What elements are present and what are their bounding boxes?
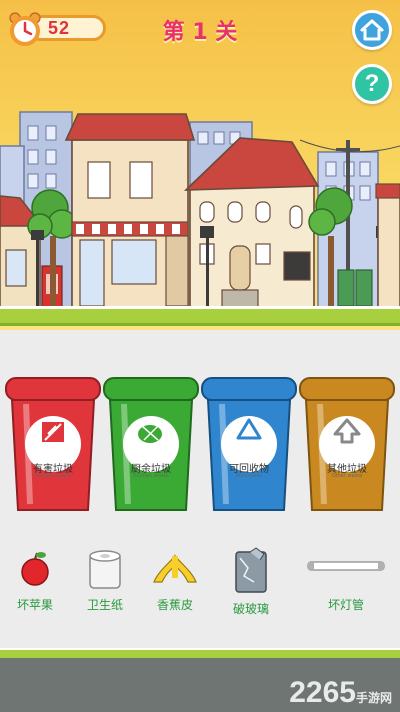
item-label: 卫生纸 (86, 598, 123, 612)
harmful-waste-icon (42, 422, 64, 442)
toilet-paper-icon (89, 550, 121, 589)
trash-bin-green (103, 377, 199, 511)
bin-kitchen-waste[interactable]: 厨余垃圾 Kitchen waste (102, 374, 200, 514)
item-banana-peel[interactable]: 香蕉皮 (140, 548, 210, 612)
item-broken-tube-light[interactable]: 坏灯管 (306, 556, 386, 612)
bin-harmful-waste[interactable]: 有害垃圾 Harmful waste (4, 374, 102, 514)
bin-recyclable[interactable]: 可回收物 Recyclable (200, 374, 298, 514)
trash-bin-blue (201, 377, 297, 511)
help-button[interactable]: ? (352, 64, 392, 104)
broken-glass-icon (235, 547, 267, 593)
trash-bin-orange (299, 377, 395, 511)
level-title: 第 1 关 (162, 20, 238, 45)
item-toilet-paper[interactable]: 卫生纸 (70, 548, 140, 612)
bin-sublabel: Kitchen waste (133, 473, 169, 479)
item-label: 破玻璃 (232, 602, 269, 616)
kitchen-waste-icon (138, 425, 162, 443)
banana-peel-icon (153, 554, 197, 583)
home-icon (360, 19, 384, 41)
city-background (0, 111, 400, 309)
item-rotten-apple[interactable]: 坏苹果 (0, 548, 70, 612)
item-label: 坏苹果 (16, 598, 53, 612)
bin-sublabel: Harmful waste (34, 473, 72, 479)
bottom-bar: 2265手游网 (0, 658, 400, 712)
bin-sublabel: Recyclable (235, 473, 263, 479)
street-scene: 52 第 1 关 ? (0, 0, 400, 330)
question-mark-icon: ? (364, 70, 380, 97)
item-label: 香蕉皮 (156, 598, 193, 612)
trash-bin-red (5, 377, 101, 511)
item-broken-glass[interactable]: 破玻璃 (216, 544, 286, 616)
home-button[interactable] (352, 10, 392, 50)
broken-tube-light-icon (307, 561, 385, 571)
item-label: 坏灯管 (327, 598, 364, 612)
bin-sublabel: Other waste (331, 473, 363, 479)
bottom-grass-strip (0, 648, 400, 658)
watermark-brand: 2265 (289, 676, 356, 709)
grass-strip (0, 306, 400, 326)
watermark-suffix: 手游网 (355, 691, 392, 705)
watermark: 2265手游网 (289, 676, 392, 710)
bin-other-waste[interactable]: 其他垃圾 Other waste (298, 374, 396, 514)
rotten-apple-icon (21, 552, 49, 586)
